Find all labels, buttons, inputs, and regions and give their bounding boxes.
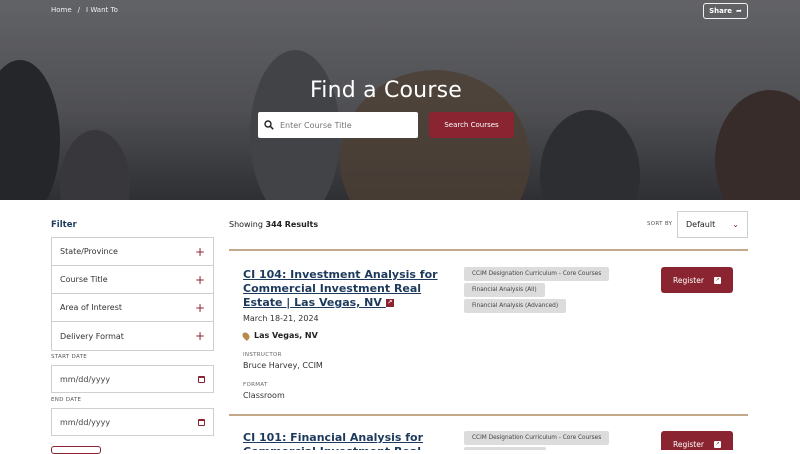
course-location: Las Vegas, NV <box>241 330 318 341</box>
results-number: 344 <box>265 220 283 229</box>
filter-label: Area of Interest <box>60 303 123 312</box>
share-label: Share <box>709 7 733 15</box>
share-button[interactable]: Share ➦ <box>703 3 748 19</box>
breadcrumb-i-want-to[interactable]: I Want To <box>86 6 118 14</box>
external-link-icon: ↗ <box>713 440 721 448</box>
course-tag[interactable]: Financial Analysis (Advanced) <box>464 299 567 313</box>
end-date-input[interactable]: mm/dd/yyyy <box>51 408 214 436</box>
course-title-link[interactable]: CI 104: Investment Analysis for Commerci… <box>243 268 443 310</box>
plus-icon: + <box>194 300 205 315</box>
external-link-icon: ↗ <box>713 276 721 284</box>
sort-select[interactable]: Default ⌄ <box>677 211 748 238</box>
filter-label: Delivery Format <box>60 331 124 341</box>
end-date-label: END DATE <box>51 397 82 403</box>
map-pin-icon <box>241 330 251 341</box>
filter-area-of-interest[interactable]: Area of Interest + <box>52 294 213 322</box>
breadcrumb: Home / I Want To <box>51 6 118 14</box>
filter-accordion: State/Province + Course Title + Area of … <box>51 237 214 351</box>
course-tag[interactable]: CCIM Designation Curriculum - Core Cours… <box>464 431 610 445</box>
breadcrumb-home[interactable]: Home <box>51 6 72 14</box>
start-date-label: START DATE <box>51 354 88 360</box>
chevron-down-icon: ⌄ <box>732 220 739 229</box>
page-title: Find a Course <box>310 78 462 103</box>
results-suffix: Results <box>284 220 319 229</box>
search-courses-button[interactable]: Search Courses <box>429 112 514 138</box>
results-prefix: Showing <box>229 220 263 229</box>
calendar-icon[interactable] <box>198 375 205 383</box>
plus-icon: + <box>194 272 205 287</box>
plus-icon: + <box>194 244 205 259</box>
filter-label: Course Title <box>60 275 108 284</box>
register-label: Register <box>673 439 704 449</box>
sort-by-label: SORT BY <box>647 221 673 227</box>
breadcrumb-separator: / <box>77 6 81 14</box>
course-title-link[interactable]: CI 101: Financial Analysis for Commercia… <box>243 431 443 450</box>
course-tag[interactable]: CCIM Designation Curriculum - Core Cours… <box>464 267 610 281</box>
format-label: FORMAT <box>243 382 268 388</box>
format-value: Classroom <box>243 391 285 400</box>
register-label: Register <box>673 275 704 285</box>
filter-state-province[interactable]: State/Province + <box>52 238 213 266</box>
course-title-text: CI 101: Financial Analysis for Commercia… <box>243 431 424 450</box>
date-placeholder: mm/dd/yyyy <box>60 374 111 384</box>
external-link-icon: ↗ <box>385 299 394 307</box>
filter-delivery-format[interactable]: Delivery Format + <box>52 322 213 350</box>
search-input[interactable] <box>280 120 410 130</box>
start-date-input[interactable]: mm/dd/yyyy <box>51 365 214 393</box>
search-box[interactable] <box>258 112 418 138</box>
plus-icon: + <box>194 329 205 343</box>
share-icon: ➦ <box>736 7 742 15</box>
filter-course-title[interactable]: Course Title + <box>52 266 213 294</box>
course-card: CI 101: Financial Analysis for Commercia… <box>229 414 748 450</box>
course-title-text: CI 104: Investment Analysis for Commerci… <box>243 268 438 309</box>
results-count: Showing 344 Results <box>229 220 318 229</box>
filter-heading: Filter <box>51 220 77 230</box>
hero-banner: Home / I Want To Share ➦ Find a Course S… <box>0 0 800 200</box>
course-card: CI 104: Investment Analysis for Commerci… <box>229 249 748 415</box>
date-placeholder: mm/dd/yyyy <box>60 417 111 427</box>
filter-label: State/Province <box>60 247 118 256</box>
instructor-name: Bruce Harvey, CCIM <box>243 361 323 370</box>
filter-button-partial[interactable] <box>51 446 101 454</box>
calendar-icon[interactable] <box>198 418 205 426</box>
course-tag[interactable]: Financial Analysis (All) <box>464 283 545 297</box>
course-date: March 18-21, 2024 <box>243 314 319 323</box>
search-icon <box>264 120 274 130</box>
instructor-label: INSTRUCTOR <box>243 352 282 358</box>
location-text: Las Vegas, NV <box>254 331 318 340</box>
register-button[interactable]: Register ↗ <box>661 267 733 293</box>
sort-value: Default <box>686 220 716 229</box>
register-button[interactable]: Register ↗ <box>661 431 733 450</box>
